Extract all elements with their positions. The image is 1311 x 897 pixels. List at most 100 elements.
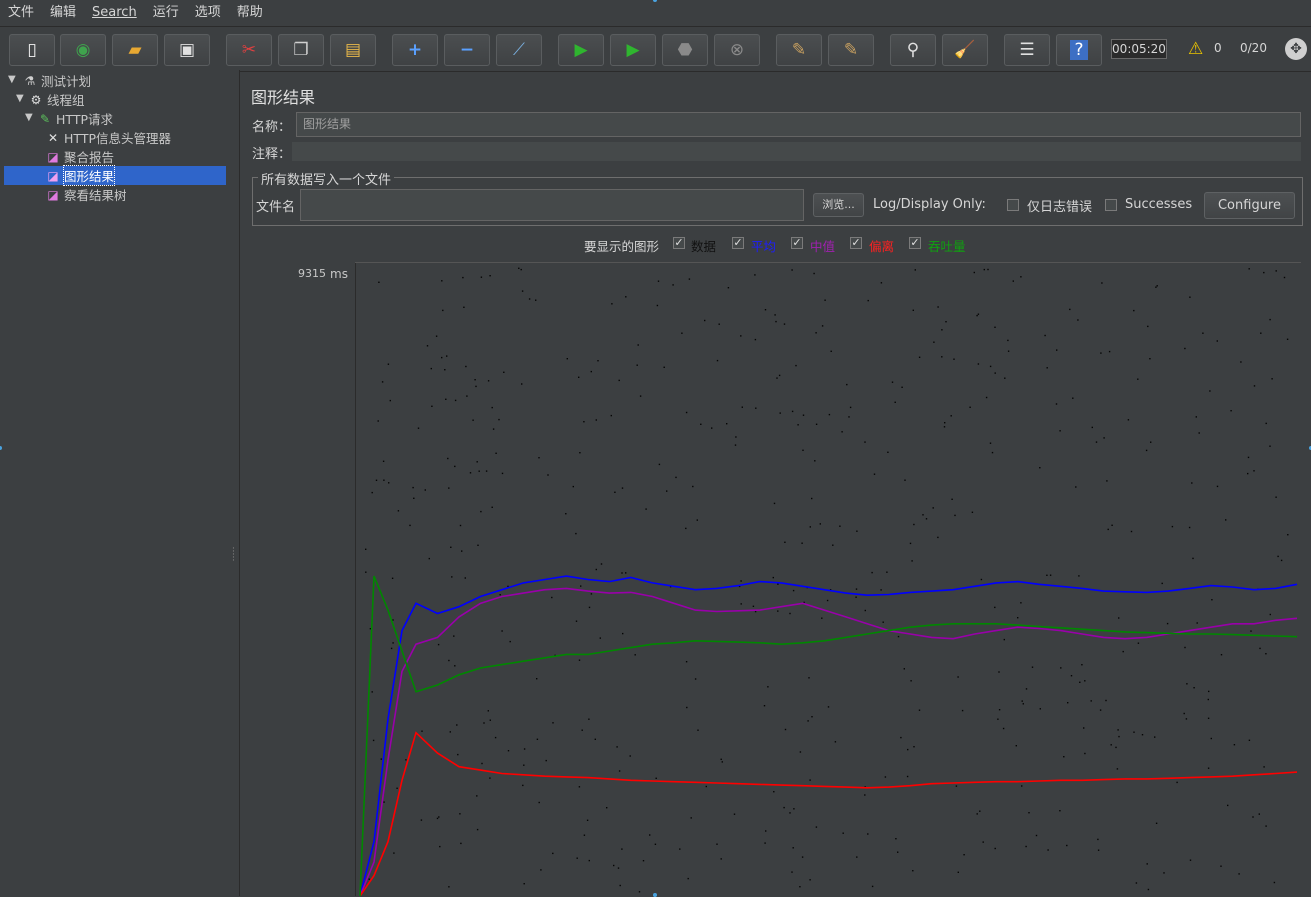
paste-button[interactable]: ▤ [330,34,376,66]
data-point [576,857,578,859]
start-no-pause-button[interactable]: ▶ [610,34,656,66]
expand-button[interactable]: + [392,34,438,66]
data-checkbox[interactable]: ✓ [673,237,685,249]
median-checkbox[interactable]: ✓ [791,237,803,249]
data-point [1191,482,1193,484]
data-point [961,709,964,712]
data-point [824,299,826,301]
shutdown-button[interactable]: ⊗ [714,34,760,66]
paste-icon: ▤ [344,40,362,60]
data-point [687,877,689,880]
stop-button[interactable]: ⬣ [662,34,708,66]
search-icon: ⚲ [906,40,920,60]
page-title: 图形结果 [251,88,316,107]
menu-edit[interactable]: 编辑 [42,0,84,26]
data-point [882,621,884,623]
menu-options[interactable]: 选项 [187,0,229,26]
data-point [523,748,526,750]
data-point [365,548,367,550]
collapse-button[interactable]: − [444,34,490,66]
data-point [1100,352,1102,354]
successes-checkbox[interactable] [1105,199,1117,211]
data-point [552,722,554,724]
menu-search[interactable]: Search [84,0,145,26]
warning-icon[interactable]: ⚠ [1188,39,1203,59]
data-point [583,421,585,423]
data-point [943,426,946,428]
name-field[interactable]: 图形结果 [296,112,1301,137]
copy-button[interactable]: ❐ [278,34,324,66]
filename-input[interactable] [300,189,804,221]
comment-field[interactable] [292,142,1301,161]
data-point [501,472,504,475]
tree-item-thread-group[interactable]: ⚙ 线程组 [28,90,85,109]
expand-toggle-icon[interactable]: ▼ [16,93,24,104]
split-pane-divider[interactable] [229,70,240,896]
reset-search-button[interactable]: 🧹 [942,34,988,66]
data-point [575,532,577,535]
clear-button[interactable]: ✎ [776,34,822,66]
data-point [1166,622,1169,625]
tree-item-graph-results[interactable]: ◪ 图形结果 [4,165,226,186]
data-point [378,281,380,283]
data-point [685,527,687,530]
data-point [1012,280,1014,282]
window-resize-handle[interactable] [653,893,657,897]
tree-item-header-manager[interactable]: ✕ HTTP信息头管理器 [45,128,171,147]
data-point [463,306,465,308]
data-point [472,419,474,421]
help-button[interactable]: ? [1056,34,1102,66]
data-point [1207,698,1209,701]
menu-run[interactable]: 运行 [145,0,187,26]
data-point [685,411,688,414]
errors-only-checkbox[interactable] [1007,199,1019,211]
menu-help[interactable]: 帮助 [229,0,271,26]
data-point [474,379,476,381]
data-point [1056,349,1058,351]
data-point [595,419,597,421]
throughput-checkbox[interactable]: ✓ [909,237,921,249]
menu-file[interactable]: 文件 [0,0,42,26]
data-point [594,738,596,740]
data-point [375,479,378,481]
data-point [1260,332,1262,334]
configure-button[interactable]: Configure [1204,192,1295,219]
tree-item-test-plan[interactable]: ⚗ 测试计划 [22,71,91,90]
data-point [1146,863,1148,865]
data-point [1115,746,1117,749]
start-button[interactable]: ▶ [558,34,604,66]
gear-icon: ⚙ [30,92,42,107]
data-point [1233,744,1236,746]
tree-item-view-results-tree[interactable]: ◪ 察看结果树 [45,185,126,204]
templates-icon: ◉ [75,40,91,60]
cut-button[interactable]: ✂ [226,34,272,66]
search-button[interactable]: ⚲ [890,34,936,66]
data-point [1021,700,1023,702]
average-checkbox[interactable]: ✓ [732,237,744,249]
save-button[interactable]: ▣ [164,34,210,66]
remote-status-icon[interactable]: ✥ [1285,38,1307,60]
tree-item-http-request[interactable]: ✎ HTTP请求 [37,109,113,128]
clear-all-button[interactable]: ✎ [828,34,874,66]
browse-button[interactable]: 浏览... [813,193,864,217]
data-point [1230,410,1232,412]
expand-toggle-icon[interactable]: ▼ [8,74,16,85]
data-point [867,833,869,835]
new-button[interactable]: ▯ [9,34,55,66]
tree-item-aggregate-report[interactable]: ◪ 聚合报告 [45,147,114,166]
toggle-button[interactable]: ⟋ [496,34,542,66]
test-plan-tree: ▼ ⚗ 测试计划 ▼ ⚙ 线程组 ▼ ✎ HTTP请求 ✕ HTTP信息头管理器… [0,70,230,896]
data-point [880,589,882,591]
open-button[interactable]: ▰ [112,34,158,66]
deviation-checkbox[interactable]: ✓ [850,237,862,249]
templates-button[interactable]: ◉ [60,34,106,66]
data-point [1107,528,1109,531]
data-point [1097,838,1099,841]
data-point [371,491,373,494]
data-point [1090,700,1092,702]
expand-toggle-icon[interactable]: ▼ [25,112,33,123]
function-helper-button[interactable]: ☰ [1004,34,1050,66]
data-point [1247,472,1249,475]
data-point [642,860,645,862]
data-point [469,472,472,474]
